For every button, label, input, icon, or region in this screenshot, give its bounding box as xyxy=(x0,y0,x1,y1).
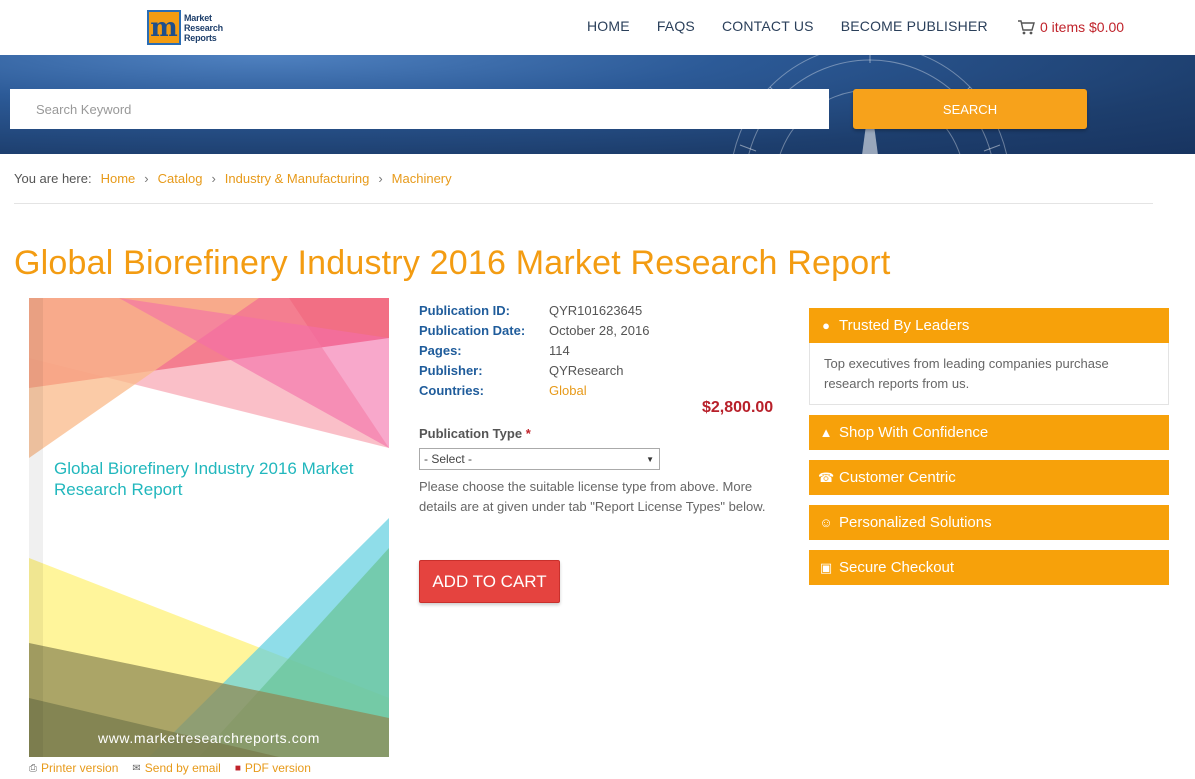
detail-label: Pages: xyxy=(419,342,462,358)
report-cover-image: Global Biorefinery Industry 2016 Market … xyxy=(29,298,389,757)
cart-icon xyxy=(1018,19,1035,34)
pdf-icon: ■ xyxy=(234,762,241,774)
panel-secure-checkout[interactable]: ▣ Secure Checkout xyxy=(809,550,1169,585)
nav-faqs[interactable]: FAQS xyxy=(657,18,695,34)
report-tools: ⎙ Printer version ✉ Send by email ■ PDF … xyxy=(29,761,325,775)
mini-cart[interactable]: 0 items $0.00 xyxy=(1018,19,1124,35)
report-price: $2,800.00 xyxy=(702,399,774,416)
detail-label: Publication Date: xyxy=(419,322,526,338)
printer-version-label: Printer version xyxy=(41,761,119,775)
detail-row: Countries: Global xyxy=(419,380,649,400)
site-logo[interactable]: m Market Research Reports xyxy=(147,9,229,46)
search-button[interactable]: SEARCH xyxy=(853,89,1087,129)
cart-icon: ▣ xyxy=(819,559,833,575)
panel-title: Trusted By Leaders xyxy=(839,317,970,334)
top-header: m Market Research Reports HOME FAQS CONT… xyxy=(0,0,1195,55)
add-to-cart-button[interactable]: ADD TO CART xyxy=(419,560,560,603)
logo-text-line: Market xyxy=(184,12,212,23)
panel-trusted-by-leaders[interactable]: ● Trusted By Leaders xyxy=(809,308,1169,343)
printer-icon: ⎙ xyxy=(29,762,37,774)
thumbs-up-icon: ▲ xyxy=(819,425,833,440)
detail-row: Publication ID: QYR101623645 xyxy=(419,300,649,320)
smile-icon: ☺ xyxy=(819,515,833,530)
search-banner: SEARCH xyxy=(0,55,1195,154)
phone-icon: ☎ xyxy=(818,469,835,485)
cover-title: Global Biorefinery Industry 2016 Market … xyxy=(54,459,354,499)
panel-customer-centric[interactable]: ☎ Customer Centric xyxy=(809,460,1169,495)
chevron-right-icon: › xyxy=(211,171,216,186)
detail-label: Countries: xyxy=(419,382,484,398)
license-help-text: Please choose the suitable license type … xyxy=(419,479,766,514)
printer-version-link[interactable]: ⎙ Printer version xyxy=(29,761,118,775)
detail-row: Publisher: QYResearch xyxy=(419,360,649,380)
detail-value: October 28, 2016 xyxy=(549,322,650,338)
detail-value-link[interactable]: Global xyxy=(549,383,587,398)
nav-contact-us[interactable]: CONTACT US xyxy=(722,18,814,34)
required-marker: * xyxy=(525,426,531,441)
send-by-email-label: Send by email xyxy=(144,761,221,775)
detail-label: Publication ID: xyxy=(419,302,510,318)
panel-title: Shop With Confidence xyxy=(839,424,989,441)
breadcrumb: You are here: Home › Catalog › Industry … xyxy=(14,171,452,186)
logo-text-line: Research xyxy=(184,22,223,33)
breadcrumb-machinery[interactable]: Machinery xyxy=(392,171,452,186)
cart-summary: 0 items $0.00 xyxy=(1040,19,1125,35)
divider xyxy=(14,203,1153,204)
main-nav: HOME FAQS CONTACT US BECOME PUBLISHER xyxy=(587,18,1015,34)
breadcrumb-lead: You are here: xyxy=(14,171,92,186)
users-icon: ● xyxy=(822,318,830,333)
logo-mark: m xyxy=(147,10,181,45)
detail-label: Publisher: xyxy=(419,362,483,378)
breadcrumb-catalog[interactable]: Catalog xyxy=(158,171,203,186)
chevron-down-icon: ▼ xyxy=(646,454,654,464)
panel-title: Secure Checkout xyxy=(839,559,955,576)
publication-type-text: Publication Type xyxy=(419,426,523,441)
page-title: Global Biorefinery Industry 2016 Market … xyxy=(14,244,891,282)
send-by-email-link[interactable]: ✉ Send by email xyxy=(132,761,220,775)
detail-value: 114 xyxy=(549,342,570,358)
publication-type-label: Publication Type * xyxy=(419,426,531,441)
breadcrumb-industry[interactable]: Industry & Manufacturing xyxy=(225,171,370,186)
detail-row: Pages: 114 xyxy=(419,340,649,360)
pdf-version-link[interactable]: ■ PDF version xyxy=(235,761,311,775)
publication-type-select[interactable]: - Select - ▼ xyxy=(419,448,660,470)
nav-become-publisher[interactable]: BECOME PUBLISHER xyxy=(841,18,988,34)
breadcrumb-home[interactable]: Home xyxy=(101,171,136,186)
logo-text: Market Research Reports xyxy=(184,13,223,43)
cover-artwork xyxy=(29,298,389,757)
panel-title: Personalized Solutions xyxy=(839,514,992,531)
detail-row: Publication Date: October 28, 2016 xyxy=(419,320,649,340)
panel-personalized-solutions[interactable]: ☺ Personalized Solutions xyxy=(809,505,1169,540)
pdf-version-label: PDF version xyxy=(244,761,311,775)
panel-trusted-body: Top executives from leading companies pu… xyxy=(809,343,1169,405)
chevron-right-icon: › xyxy=(378,171,383,186)
logo-text-line: Reports xyxy=(184,32,217,43)
panel-title: Customer Centric xyxy=(839,469,956,486)
publication-details: Publication ID: QYR101623645 Publication… xyxy=(419,300,649,400)
email-icon: ✉ xyxy=(132,762,141,774)
nav-home[interactable]: HOME xyxy=(587,18,630,34)
search-input[interactable] xyxy=(10,89,829,129)
detail-value: QYR101623645 xyxy=(549,302,643,318)
panel-shop-with-confidence[interactable]: ▲ Shop With Confidence xyxy=(809,415,1169,450)
chevron-right-icon: › xyxy=(144,171,149,186)
select-value: - Select - xyxy=(424,452,473,466)
detail-value: QYResearch xyxy=(549,362,624,378)
cover-url: www.marketresearchreports.com xyxy=(97,730,320,746)
